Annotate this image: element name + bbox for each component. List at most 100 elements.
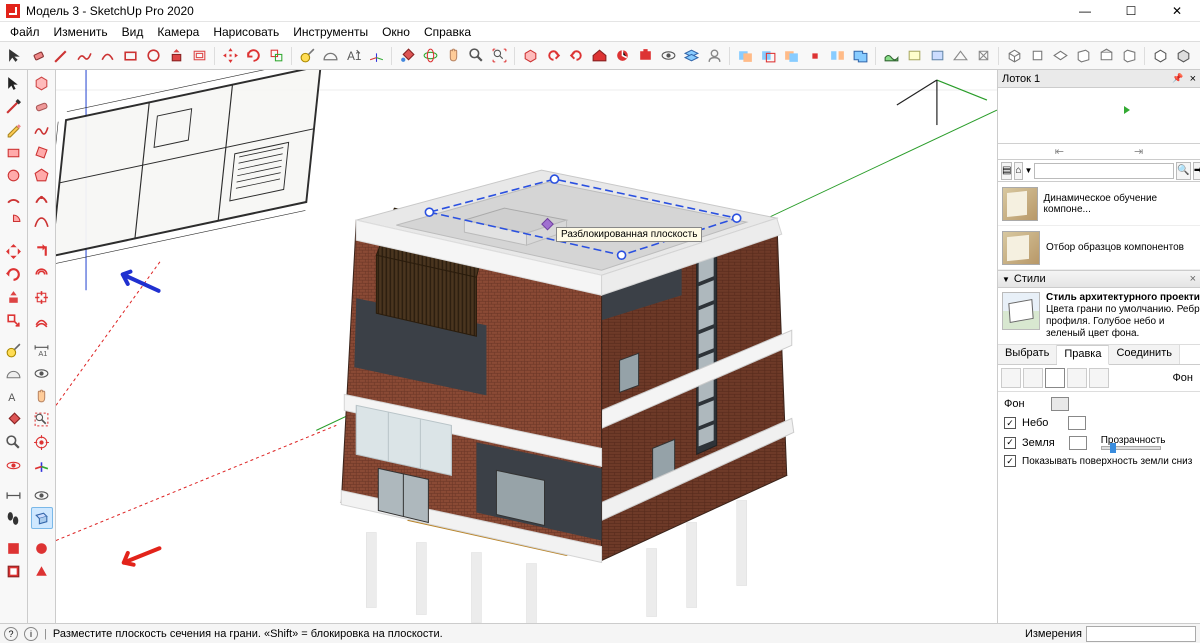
rotate-tool-icon[interactable]: [242, 45, 264, 67]
style-3-icon[interactable]: [1195, 45, 1200, 67]
line-icon[interactable]: [3, 95, 25, 117]
paint-icon[interactable]: [3, 408, 25, 430]
eye-icon[interactable]: [657, 45, 679, 67]
warehouse-icon[interactable]: [588, 45, 610, 67]
profile-icon[interactable]: [703, 45, 725, 67]
arc3-icon[interactable]: [31, 187, 53, 209]
extension-icon[interactable]: [634, 45, 656, 67]
solid-split-icon[interactable]: [826, 45, 848, 67]
minimize-button[interactable]: —: [1062, 0, 1108, 22]
menu-draw[interactable]: Нарисовать: [207, 24, 285, 40]
move-tool-icon[interactable]: [219, 45, 241, 67]
close-button[interactable]: ✕: [1154, 0, 1200, 22]
ground-checkbox[interactable]: ✓: [1004, 437, 1016, 449]
sky-color-swatch[interactable]: [1068, 416, 1086, 430]
rect-icon[interactable]: [3, 141, 25, 163]
tape-measure-icon[interactable]: [296, 45, 318, 67]
plugin-1-icon[interactable]: [3, 537, 25, 559]
view-left-icon[interactable]: [1118, 45, 1140, 67]
freehand-tool-icon[interactable]: [73, 45, 95, 67]
sky-checkbox[interactable]: ✓: [1004, 417, 1016, 429]
protractor-icon[interactable]: [3, 362, 25, 384]
nav-dropdown-icon[interactable]: ▼: [1025, 166, 1033, 175]
3d-viewport[interactable]: Разблокированная плоскость: [56, 70, 997, 623]
circle-icon[interactable]: [3, 164, 25, 186]
modeling-settings-icon[interactable]: [1089, 368, 1109, 388]
pan-tool-icon[interactable]: [442, 45, 464, 67]
face-settings-icon[interactable]: [1023, 368, 1043, 388]
layers-icon[interactable]: [680, 45, 702, 67]
offset-tool-icon[interactable]: [188, 45, 210, 67]
bezier-icon[interactable]: [31, 210, 53, 232]
view-back-icon[interactable]: [1095, 45, 1117, 67]
component-item[interactable]: Динамическое обучение компоне...: [998, 182, 1200, 226]
transparency-slider[interactable]: [1101, 446, 1161, 450]
arc-tool-icon[interactable]: [96, 45, 118, 67]
view-right-icon[interactable]: [1072, 45, 1094, 67]
nav-search-icon[interactable]: 🔍: [1176, 162, 1190, 180]
eraser-icon[interactable]: [31, 95, 53, 117]
nav-home-icon[interactable]: ⌂: [1014, 162, 1022, 180]
solid-union-icon[interactable]: [734, 45, 756, 67]
pushpull-tool-icon[interactable]: [165, 45, 187, 67]
select-tool-icon[interactable]: [4, 45, 26, 67]
axes-tool-icon[interactable]: [365, 45, 387, 67]
tray-header[interactable]: Лоток 1 📌 ×: [998, 70, 1200, 88]
tab-select[interactable]: Выбрать: [998, 345, 1057, 364]
zoom-icon[interactable]: [3, 431, 25, 453]
scale-icon[interactable]: [3, 309, 25, 331]
redo-icon[interactable]: [565, 45, 587, 67]
pencil-icon[interactable]: [3, 118, 25, 140]
plugin-4-icon[interactable]: [31, 560, 53, 582]
edge-settings-icon[interactable]: [1001, 368, 1021, 388]
eraser-tool-icon[interactable]: [27, 45, 49, 67]
pan-icon[interactable]: [31, 385, 53, 407]
scroll-left-icon[interactable]: ⇤: [1055, 145, 1064, 158]
watermark-settings-icon[interactable]: [1067, 368, 1087, 388]
component-search-input[interactable]: [1034, 163, 1174, 179]
tape-icon[interactable]: [3, 339, 25, 361]
section-plane-tool-icon[interactable]: [31, 507, 53, 529]
tab-edit[interactable]: Правка: [1057, 345, 1109, 365]
select-icon[interactable]: [3, 72, 25, 94]
protractor-tool-icon[interactable]: [319, 45, 341, 67]
followme-icon[interactable]: [31, 240, 53, 262]
sandbox-5-icon[interactable]: [972, 45, 994, 67]
orbit-tool-icon[interactable]: [419, 45, 441, 67]
solid-trim-icon[interactable]: [780, 45, 802, 67]
style-thumbnail[interactable]: [1002, 292, 1040, 330]
nav-details-icon[interactable]: ▤: [1001, 162, 1012, 180]
tray-close-icon[interactable]: ×: [1190, 73, 1196, 85]
pushpull-icon[interactable]: [3, 286, 25, 308]
lookaround-icon[interactable]: [31, 484, 53, 506]
offset2-icon[interactable]: [31, 263, 53, 285]
zoom-tool-icon[interactable]: [465, 45, 487, 67]
eye2-icon[interactable]: [31, 362, 53, 384]
text-tool-icon[interactable]: A1: [342, 45, 364, 67]
view-top-icon[interactable]: [1026, 45, 1048, 67]
pie-icon[interactable]: [3, 210, 25, 232]
solid-outer-icon[interactable]: [849, 45, 871, 67]
ground-color-swatch[interactable]: [1069, 436, 1087, 450]
menu-camera[interactable]: Камера: [151, 24, 205, 40]
solid-subtract-icon[interactable]: [757, 45, 779, 67]
menu-view[interactable]: Вид: [116, 24, 150, 40]
measurements-input[interactable]: [1086, 626, 1196, 642]
nav-go-icon[interactable]: ➡: [1193, 162, 1200, 180]
styles-header[interactable]: ▼ Стили ×: [998, 270, 1200, 288]
preview-scroll[interactable]: ⇤⇥: [998, 144, 1200, 160]
help-icon[interactable]: ?: [4, 627, 18, 641]
dim2-icon[interactable]: A1: [31, 339, 53, 361]
rotate-icon[interactable]: [3, 263, 25, 285]
target-icon[interactable]: [31, 431, 53, 453]
walk-icon[interactable]: [3, 507, 25, 529]
bg-color-swatch[interactable]: [1051, 397, 1069, 411]
make-component-icon[interactable]: [31, 72, 53, 94]
circle-tool-icon[interactable]: [142, 45, 164, 67]
menu-window[interactable]: Окно: [376, 24, 416, 40]
style-2-icon[interactable]: [1172, 45, 1194, 67]
menu-help[interactable]: Справка: [418, 24, 477, 40]
plugin-3-icon[interactable]: [31, 537, 53, 559]
component-tool-icon[interactable]: [519, 45, 541, 67]
axes-icon[interactable]: [31, 454, 53, 476]
